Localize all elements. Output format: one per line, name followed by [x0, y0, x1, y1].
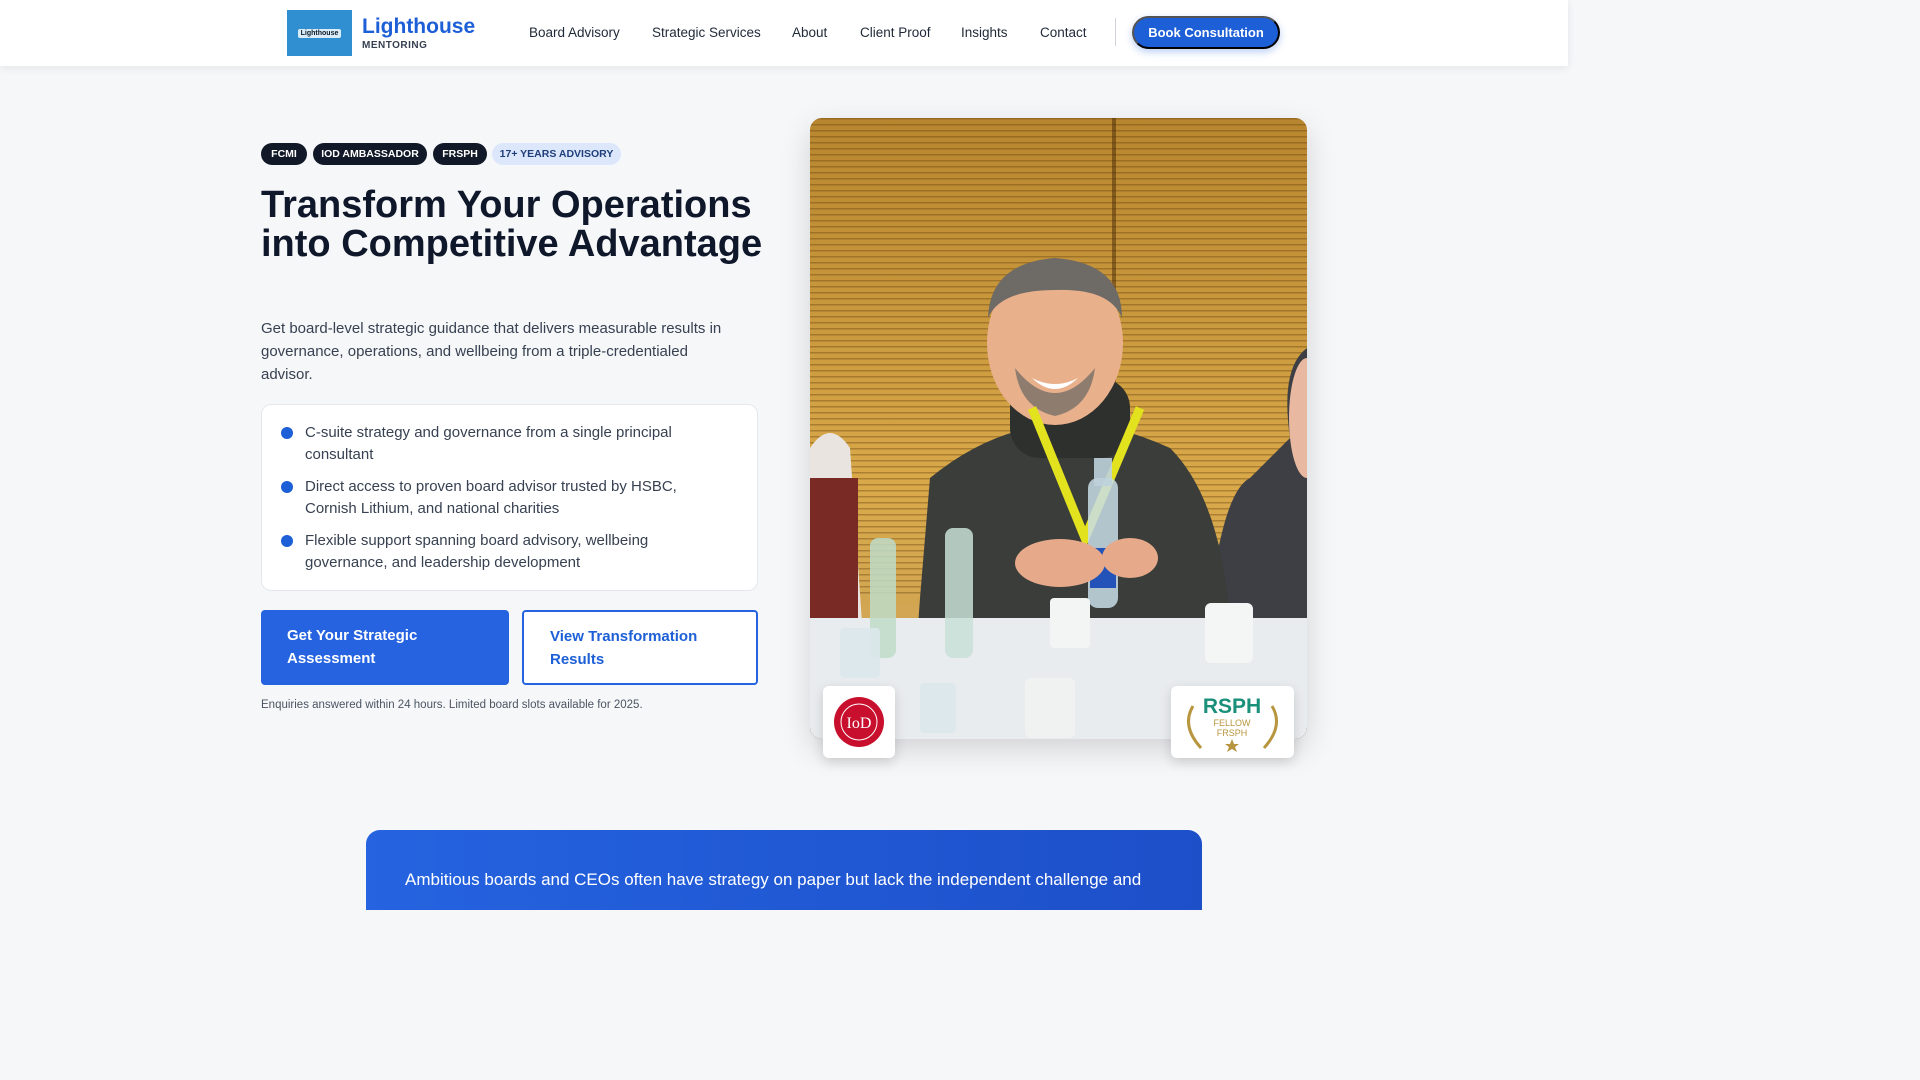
- benefits-card: C-suite strategy and governance from a s…: [261, 404, 758, 591]
- nav-strategic-services[interactable]: Strategic Services: [652, 25, 761, 40]
- rsph-seal: RSPH FELLOW FRSPH: [1171, 686, 1294, 758]
- benefit-item: Direct access to proven board advisor tr…: [281, 476, 721, 520]
- rsph-seal-title: RSPH: [1203, 695, 1261, 718]
- benefit-text: Flexible support spanning board advisory…: [305, 532, 649, 571]
- nav-divider: [1115, 18, 1116, 46]
- nav-client-proof[interactable]: Client Proof: [860, 25, 931, 40]
- badge-years-advisory: 17+ YEARS ADVISORY: [492, 143, 621, 165]
- blue-dot-icon: [281, 427, 293, 439]
- star-icon: [1225, 739, 1239, 752]
- blue-dot-icon: [281, 481, 293, 493]
- nav-about[interactable]: About: [792, 25, 827, 40]
- logo[interactable]: Lighthouse: [287, 10, 352, 56]
- book-consultation-button[interactable]: Book Consultation: [1132, 16, 1280, 49]
- badge-iod-ambassador: IOD AMBASSADOR: [313, 143, 427, 165]
- brand-name[interactable]: Lighthouse: [362, 15, 475, 39]
- hero-headline: Transform Your Operations into Competiti…: [261, 184, 763, 265]
- benefit-text: Direct access to proven board advisor tr…: [305, 478, 677, 517]
- nav-board-advisory[interactable]: Board Advisory: [529, 25, 620, 40]
- iod-seal: IoD: [823, 686, 895, 758]
- nav-insights[interactable]: Insights: [961, 25, 1008, 40]
- logo-text: Lighthouse: [297, 28, 342, 38]
- banner-text: Ambitious boards and CEOs often have str…: [405, 870, 1142, 889]
- iod-seal-text: IoD: [847, 715, 872, 732]
- badge-frsph: FRSPH: [433, 143, 487, 165]
- hero-subcopy: Get board-level strategic guidance that …: [261, 320, 722, 383]
- benefit-item: C-suite strategy and governance from a s…: [281, 422, 721, 466]
- rsph-seal-fellow: FELLOW: [1213, 718, 1251, 728]
- rsph-seal-frsph: FRSPH: [1217, 728, 1248, 738]
- advisor-photo-illustration: [810, 118, 1307, 739]
- transformation-results-button[interactable]: View Transformation Results: [522, 610, 758, 685]
- problem-banner: Ambitious boards and CEOs often have str…: [366, 830, 1202, 910]
- benefit-text: C-suite strategy and governance from a s…: [305, 424, 672, 463]
- iod-ambassador-seal-icon: IoD: [834, 697, 884, 747]
- advisor-photo: [810, 118, 1307, 739]
- brand-subtitle: MENTORING: [362, 40, 428, 51]
- badge-fcmi: FCMI: [261, 143, 307, 165]
- strategic-assessment-button[interactable]: Get Your Strategic Assessment: [261, 610, 509, 685]
- rsph-fellow-laurel-icon: RSPH FELLOW FRSPH: [1187, 695, 1278, 752]
- benefit-item: Flexible support spanning board advisory…: [281, 530, 721, 574]
- enquiries-footnote: Enquiries answered within 24 hours. Limi…: [261, 699, 643, 711]
- blue-dot-icon: [281, 535, 293, 547]
- nav-contact[interactable]: Contact: [1040, 25, 1087, 40]
- site-header: Lighthouse Lighthouse MENTORING Board Ad…: [0, 0, 1568, 66]
